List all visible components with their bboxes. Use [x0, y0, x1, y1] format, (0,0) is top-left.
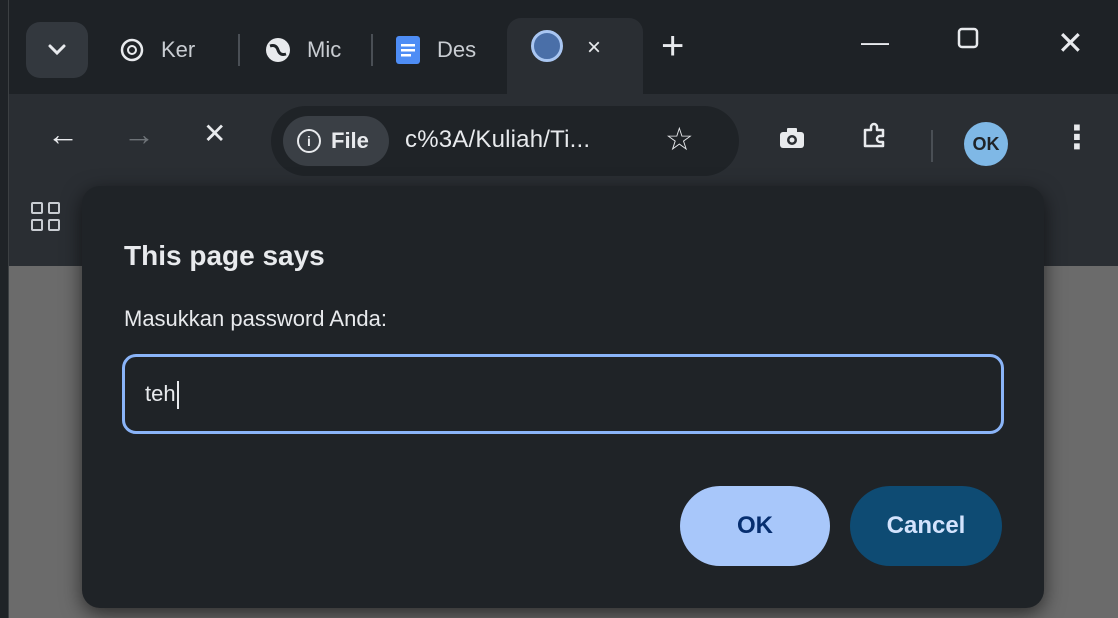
forward-button[interactable]: →: [123, 118, 155, 150]
new-tab-button[interactable]: +: [661, 24, 684, 69]
ok-button[interactable]: OK: [680, 486, 830, 566]
close-window-button[interactable]: ✕: [1057, 24, 1084, 62]
site-info-label: File: [331, 128, 369, 153]
stop-loading-button[interactable]: ✕: [203, 118, 226, 150]
close-tab-icon[interactable]: ×: [587, 34, 601, 62]
url-text[interactable]: c%3A/Kuliah/Ti...: [405, 126, 590, 154]
tab-active[interactable]: ×: [507, 18, 643, 94]
menu-kebab-icon[interactable]: ⋮: [1061, 118, 1093, 156]
maximize-icon: [957, 27, 979, 49]
chevron-down-icon: [48, 44, 66, 56]
tab-separator: [371, 34, 373, 66]
docs-icon: [393, 35, 423, 65]
text-caret: [176, 381, 179, 410]
camera-icon[interactable]: [779, 124, 805, 156]
dialog-title: This page says: [124, 240, 325, 271]
minimize-button[interactable]: —: [861, 26, 889, 58]
tab-strip: Ker Mic Des × + — ✕: [9, 0, 1118, 94]
globe-icon: [263, 35, 293, 65]
cancel-button[interactable]: Cancel: [850, 486, 1002, 566]
password-input[interactable]: teh: [122, 354, 1004, 434]
dialog-message: Masukkan password Anda:: [124, 306, 387, 331]
tab-title: Ker: [161, 37, 196, 62]
tab-3[interactable]: Des: [393, 22, 476, 78]
apps-grid-icon[interactable]: [31, 202, 63, 234]
tab-2[interactable]: Mic: [263, 22, 341, 78]
profile-avatar[interactable]: OK: [964, 122, 1008, 166]
prompt-dialog: This page says Masukkan password Anda: t…: [82, 186, 1044, 608]
toolbar: ← → ✕ i File c%3A/Kuliah/Ti... ☆ OK ⋮: [9, 94, 1118, 182]
password-input-value: teh: [145, 381, 179, 410]
tab-title: Des: [437, 37, 477, 62]
address-bar[interactable]: i File c%3A/Kuliah/Ti... ☆: [271, 106, 739, 176]
tab-separator: [238, 34, 240, 66]
back-button[interactable]: ←: [47, 118, 79, 150]
toolbar-separator: [931, 130, 933, 162]
info-icon: i: [297, 129, 321, 153]
site-logo-icon: [531, 30, 563, 62]
maximize-button[interactable]: [957, 24, 979, 56]
tab-title: Mic: [307, 37, 342, 62]
extensions-icon[interactable]: [861, 122, 889, 157]
password-input-text: teh: [145, 381, 176, 406]
openai-icon: [117, 35, 147, 65]
tab-1[interactable]: Ker: [117, 22, 195, 78]
site-info-chip[interactable]: i File: [283, 116, 389, 166]
tab-search-button[interactable]: [26, 22, 88, 78]
bookmark-star-icon[interactable]: ☆: [665, 120, 694, 158]
